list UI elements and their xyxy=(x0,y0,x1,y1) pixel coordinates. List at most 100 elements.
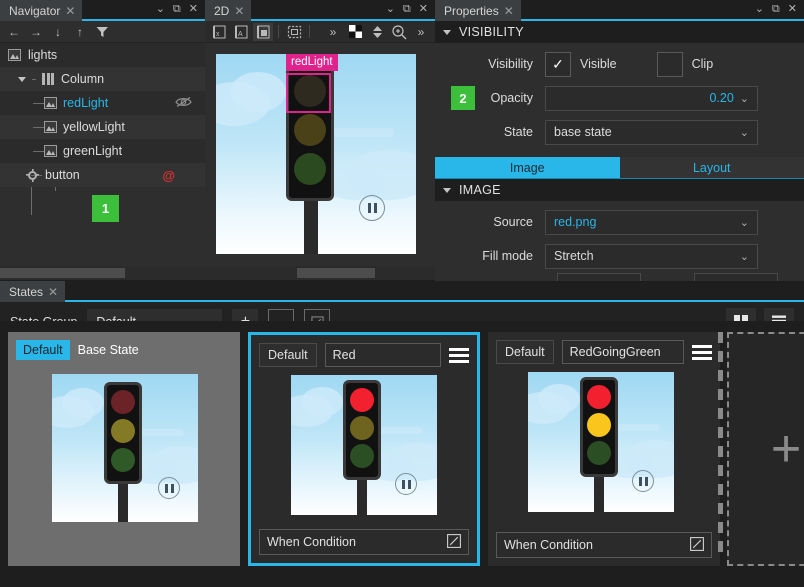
tree-item-button[interactable]: button @ xyxy=(0,163,205,187)
lamp-red xyxy=(587,385,611,409)
collapse-icon[interactable]: ⌄ xyxy=(156,4,165,15)
callout-badge-2: 2 xyxy=(451,86,475,110)
snap-anchors-icon[interactable]: A xyxy=(231,23,251,41)
tab-2d[interactable]: 2D ✕ xyxy=(205,0,251,21)
state-name-input[interactable]: RedGoingGreen xyxy=(562,340,684,364)
hidden-eye-icon[interactable] xyxy=(175,96,192,111)
zoom-icon[interactable] xyxy=(389,23,409,41)
state-card-redgoinggreen[interactable]: Default RedGoingGreen xyxy=(488,332,720,566)
tree-connector xyxy=(32,79,36,80)
float-icon[interactable]: ⧉ xyxy=(173,4,181,15)
tabbar-filler xyxy=(521,0,748,19)
pause-icon[interactable] xyxy=(395,473,417,495)
fill-mode-value: Stretch xyxy=(554,249,734,263)
pause-icon[interactable] xyxy=(632,470,654,492)
close-icon[interactable]: ✕ xyxy=(504,5,514,17)
edit-icon[interactable] xyxy=(447,534,461,551)
tree-item-yellowlight[interactable]: yellowLight xyxy=(0,115,205,139)
overflow-icon[interactable]: » xyxy=(323,23,343,41)
tree-item-column[interactable]: Column xyxy=(0,67,205,91)
checker-background-icon[interactable] xyxy=(345,23,365,41)
collapse-icon[interactable]: ⌄ xyxy=(755,4,764,15)
twod-horizontal-scrollbar[interactable] xyxy=(205,266,435,280)
lamp-red xyxy=(111,390,135,414)
down-arrow-icon[interactable]: ↓ xyxy=(48,23,68,41)
toolbar-separator xyxy=(278,25,279,38)
caret-down-icon[interactable] xyxy=(443,30,451,35)
back-arrow-icon[interactable]: ← xyxy=(4,23,24,41)
chevron-down-icon[interactable] xyxy=(18,77,26,82)
select-area-icon[interactable] xyxy=(284,23,304,41)
image-icon xyxy=(44,121,57,133)
tab-image[interactable]: Image xyxy=(435,157,620,178)
snap-items-icon[interactable] xyxy=(253,23,273,41)
visibility-section-header[interactable]: VISIBILITY xyxy=(435,21,804,43)
state-row: State base state ⌄ xyxy=(435,115,804,149)
navigator-panel: Navigator ✕ ⌄ ⧉ ✕ ← → ↓ ↑ xyxy=(0,0,205,280)
default-pill[interactable]: Default xyxy=(16,340,70,360)
more-icon[interactable]: » xyxy=(411,23,431,41)
alias-at-icon[interactable]: @ xyxy=(162,168,175,183)
navigator-tabbar: Navigator ✕ ⌄ ⧉ ✕ xyxy=(0,0,205,21)
states-tabbar: States ✕ xyxy=(0,281,804,302)
visible-checkbox[interactable]: ✓ xyxy=(545,52,571,77)
tab-layout[interactable]: Layout xyxy=(620,157,804,178)
tab-navigator[interactable]: Navigator ✕ xyxy=(0,0,82,21)
default-pill[interactable]: Default xyxy=(259,343,317,367)
edit-icon[interactable] xyxy=(690,537,704,554)
state-name-input[interactable]: Red xyxy=(325,343,441,367)
state-card-base[interactable]: Default Base State xyxy=(8,332,240,566)
when-condition-field[interactable]: When Condition xyxy=(259,529,469,555)
toolbar-separator xyxy=(309,25,310,38)
hamburger-icon[interactable] xyxy=(449,348,469,363)
pause-icon[interactable] xyxy=(158,477,180,499)
cloud-shape xyxy=(324,128,394,137)
opacity-value: 0.20 xyxy=(554,91,734,105)
properties-window-controls: ⌄ ⧉ ✕ xyxy=(748,0,804,19)
tree-item-lights[interactable]: lights xyxy=(0,43,205,67)
tab-states[interactable]: States ✕ xyxy=(0,281,65,302)
twod-canvas[interactable]: redLight xyxy=(205,43,435,266)
chevron-down-icon[interactable]: ⌄ xyxy=(740,92,749,105)
tab-properties[interactable]: Properties ✕ xyxy=(435,0,521,21)
tabbar-filler xyxy=(251,0,378,19)
close-icon[interactable]: ✕ xyxy=(48,286,58,298)
fill-mode-select[interactable]: Stretch ⌄ xyxy=(545,244,758,269)
float-icon[interactable]: ⧉ xyxy=(772,4,780,15)
source-select[interactable]: red.png ⌄ xyxy=(545,210,758,235)
filter-icon[interactable] xyxy=(92,23,112,41)
chevron-down-icon[interactable]: ⌄ xyxy=(740,126,749,139)
hamburger-icon[interactable] xyxy=(692,345,712,360)
state-card-red[interactable]: Default Red xyxy=(248,332,480,566)
opacity-field[interactable]: 0.20 ⌄ xyxy=(545,86,758,111)
float-icon[interactable]: ⧉ xyxy=(403,4,411,15)
navigator-horizontal-scrollbar[interactable] xyxy=(0,266,205,280)
add-state-placeholder[interactable]: + xyxy=(727,332,804,566)
up-arrow-icon[interactable]: ↑ xyxy=(70,23,90,41)
forward-arrow-icon[interactable]: → xyxy=(26,23,46,41)
pause-icon[interactable] xyxy=(359,195,385,221)
check-icon: ✓ xyxy=(552,57,564,71)
collapse-icon[interactable]: ⌄ xyxy=(386,4,395,15)
no-snap-icon[interactable]: x xyxy=(209,23,229,41)
close-icon[interactable]: ✕ xyxy=(65,5,75,17)
tree-item-redlight[interactable]: redLight xyxy=(0,91,205,115)
resize-icon[interactable] xyxy=(367,23,387,41)
close-icon[interactable]: ✕ xyxy=(189,4,198,15)
caret-down-icon[interactable] xyxy=(443,188,451,193)
traffic-light-body xyxy=(580,377,618,477)
source-value: red.png xyxy=(554,215,734,229)
clip-checkbox[interactable] xyxy=(657,52,683,77)
chevron-down-icon[interactable]: ⌄ xyxy=(740,250,749,263)
tree-item-greenlight[interactable]: greenLight xyxy=(0,139,205,163)
states-splitter-grip[interactable] xyxy=(718,332,723,566)
state-select[interactable]: base state ⌄ xyxy=(545,120,758,145)
chevron-down-icon[interactable]: ⌄ xyxy=(740,216,749,229)
image-section-header[interactable]: IMAGE xyxy=(435,179,804,201)
default-pill[interactable]: Default xyxy=(496,340,554,364)
tab-layout-label: Layout xyxy=(693,161,731,175)
close-icon[interactable]: ✕ xyxy=(788,4,797,15)
close-icon[interactable]: ✕ xyxy=(234,5,244,17)
close-icon[interactable]: ✕ xyxy=(419,4,428,15)
when-condition-field[interactable]: When Condition xyxy=(496,532,712,558)
